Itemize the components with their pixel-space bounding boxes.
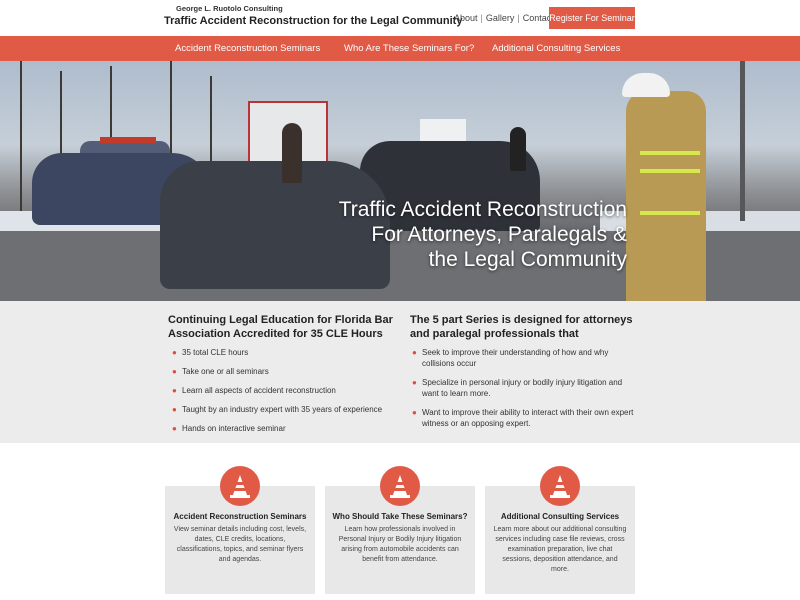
list-item: ● Specialize in personal injury or bodily… <box>410 377 634 399</box>
list-item-text: 35 total CLE hours <box>182 348 249 357</box>
list-item-text: Hands on interactive seminar <box>182 424 286 433</box>
hero-reflective-stripe <box>640 151 700 155</box>
hero-person <box>282 123 302 183</box>
hero-light-bar <box>100 137 156 143</box>
list-item: ● Seek to improve their understanding of … <box>410 347 634 369</box>
brand-subtitle[interactable]: George L. Ruotolo Consulting <box>176 4 283 13</box>
gallery-link[interactable]: Gallery <box>486 13 515 23</box>
hero-tree <box>20 61 22 211</box>
nav-item-audience[interactable]: Who Are These Seminars For? <box>344 36 474 61</box>
card-description: View seminar details including cost, lev… <box>173 526 307 563</box>
hero-firefighter <box>626 91 706 301</box>
list-item: ● Want to improve their ability to intera… <box>410 407 634 429</box>
hero-title: Traffic Accident Reconstruction For Atto… <box>339 197 627 272</box>
cle-list: ● 35 total CLE hours ● Take one or all sem… <box>170 347 400 442</box>
card-title[interactable]: Accident Reconstruction Seminars <box>165 512 315 521</box>
register-button[interactable]: Register For Seminar <box>549 7 635 29</box>
nav-item-seminars[interactable]: Accident Reconstruction Seminars <box>175 36 320 61</box>
site-header: George L. Ruotolo Consulting Traffic Acc… <box>0 0 800 36</box>
hero-reflective-stripe <box>640 211 700 215</box>
list-item-text: Want to improve their ability to interac… <box>422 408 634 428</box>
bullet-icon: ● <box>172 348 177 357</box>
traffic-cone-icon[interactable] <box>380 466 420 506</box>
bullet-icon: ● <box>412 408 417 417</box>
list-item: ● Hands on interactive seminar <box>170 423 400 434</box>
list-item-text: Take one or all seminars <box>182 367 269 376</box>
bullet-icon: ● <box>172 386 177 395</box>
list-item-text: Learn all aspects of accident reconstruc… <box>182 386 336 395</box>
list-item: ● Take one or all seminars <box>170 366 400 377</box>
card-title[interactable]: Additional Consulting Services <box>485 512 635 521</box>
hero-title-line: Traffic Accident Reconstruction <box>338 198 627 221</box>
list-item: ● 35 total CLE hours <box>170 347 400 358</box>
cle-heading: Continuing Legal Education for Florida B… <box>168 314 393 340</box>
nav-item-consulting[interactable]: Additional Consulting Services <box>492 36 620 61</box>
list-item: ● Learn all aspects of accident reconstru… <box>170 385 400 396</box>
list-item: ● Taught by an industry expert with 35 ye… <box>170 404 400 415</box>
main-nav: Accident Reconstruction Seminars Who Are… <box>0 36 800 61</box>
bullet-icon: ● <box>412 348 417 357</box>
traffic-cone-icon[interactable] <box>540 466 580 506</box>
card-title[interactable]: Who Should Take These Seminars? <box>325 512 475 521</box>
brand-title[interactable]: Traffic Accident Reconstruction for the … <box>164 15 462 27</box>
bullet-icon: ● <box>172 405 177 414</box>
card-description: Learn more about our additional consulti… <box>493 526 627 573</box>
hero-pole <box>740 61 745 221</box>
card-description: Learn how professionals involved in Pers… <box>338 526 462 563</box>
series-heading: The 5 part Series is designed for attorn… <box>410 314 633 340</box>
traffic-cone-icon <box>390 475 410 498</box>
hero-title-line: the Legal Community <box>428 248 627 271</box>
info-band: Continuing Legal Education for Florida B… <box>0 301 800 443</box>
hero-title-line: For Attorneys, Paralegals & <box>371 223 627 246</box>
series-list: ● Seek to improve their understanding of … <box>410 347 634 437</box>
about-link[interactable]: About <box>454 13 478 23</box>
hero-banner: Traffic Accident Reconstruction For Atto… <box>0 61 800 301</box>
bullet-icon: ● <box>172 424 177 433</box>
traffic-cone-icon[interactable] <box>220 466 260 506</box>
list-item-text: Taught by an industry expert with 35 yea… <box>182 405 383 414</box>
bullet-icon: ● <box>412 378 417 387</box>
list-item-text: Specialize in personal injury or bodily … <box>422 378 623 398</box>
top-links: About | Gallery | Contact <box>454 13 554 23</box>
hero-reflective-stripe <box>640 169 700 173</box>
link-separator: | <box>517 13 520 23</box>
traffic-cone-icon <box>550 475 570 498</box>
traffic-cone-icon <box>230 475 250 498</box>
bullet-icon: ● <box>172 367 177 376</box>
hero-person <box>510 127 526 171</box>
link-separator: | <box>480 13 483 23</box>
hero-helmet <box>622 73 670 97</box>
list-item-text: Seek to improve their understanding of h… <box>422 348 609 368</box>
